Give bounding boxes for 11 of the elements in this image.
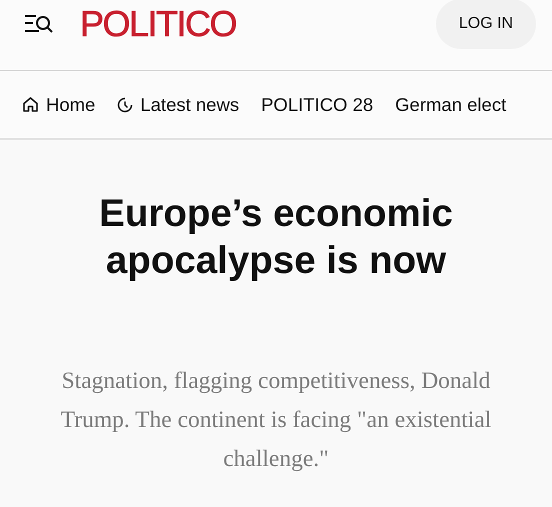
article-subtitle: Stagnation, flagging competitiveness, Donald Trump. The continent is facing "an existential challenge." [60,367,492,474]
article-headline: Europe’s economic apocalypse is now [98,191,454,284]
home-icon [22,96,39,113]
nav-link[interactable]: Latest news [117,94,240,116]
nav-link[interactable]: German elect [395,94,506,116]
login-button[interactable]: LOG IN [436,0,536,49]
clock-icon [117,96,134,112]
site-logo[interactable]: POLITICO [80,3,236,45]
nav-link[interactable]: POLITICO 28 [261,94,374,116]
search-menu-icon[interactable] [24,13,54,35]
nav-link[interactable]: Home [22,94,96,116]
